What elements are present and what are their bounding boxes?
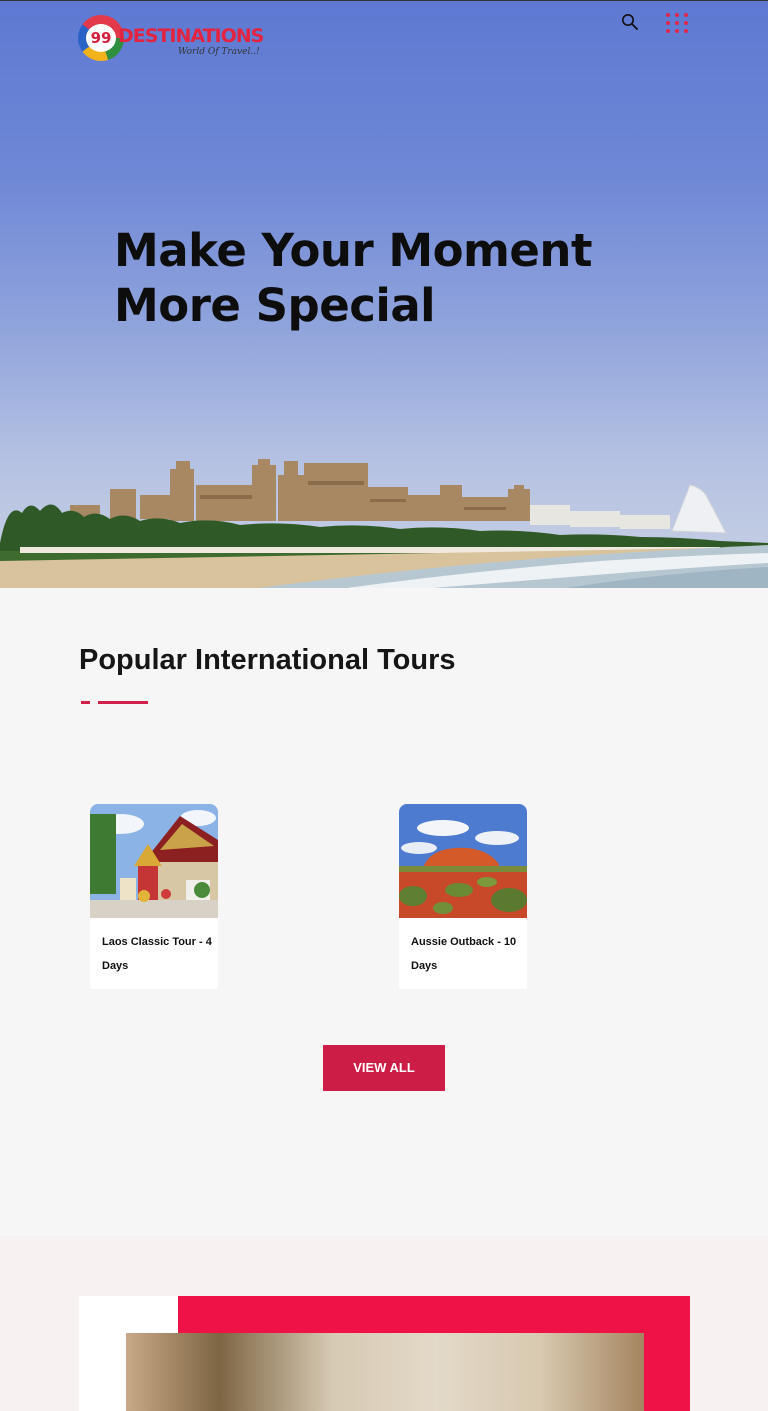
tour-image-laos xyxy=(90,804,218,918)
hero-title-line2: More Special xyxy=(114,279,436,332)
hero-banner: 99 DESTINATIONS World Of Travel..! Make … xyxy=(0,0,768,588)
site-logo[interactable]: 99 DESTINATIONS World Of Travel..! xyxy=(78,15,268,63)
logo-text: DESTINATIONS xyxy=(118,25,264,47)
logo-number: 99 xyxy=(86,24,116,52)
tour-card-aussie-outback[interactable]: Aussie Outback - 10 Days xyxy=(399,804,527,989)
tour-card-laos[interactable]: Laos Classic Tour - 4 Days xyxy=(90,804,218,989)
hero-title-line1: Make Your Moment xyxy=(114,224,592,277)
section-title-popular-tours: Popular International Tours xyxy=(79,644,456,676)
tour-title[interactable]: Aussie Outback - 10 Days xyxy=(411,930,521,978)
grid-menu-icon[interactable] xyxy=(665,12,691,34)
tour-image-aussie-outback xyxy=(399,804,527,918)
bottom-feature-image xyxy=(126,1333,644,1411)
title-underline-short xyxy=(81,701,90,704)
view-all-button[interactable]: VIEW ALL xyxy=(323,1045,445,1091)
title-underline-long xyxy=(98,701,148,704)
search-icon[interactable] xyxy=(621,13,639,31)
hero-title: Make Your Moment More Special xyxy=(114,223,674,333)
logo-tagline: World Of Travel..! xyxy=(178,47,260,57)
tour-title[interactable]: Laos Classic Tour - 4 Days xyxy=(102,930,212,978)
hero-cityscape-image xyxy=(0,459,768,588)
